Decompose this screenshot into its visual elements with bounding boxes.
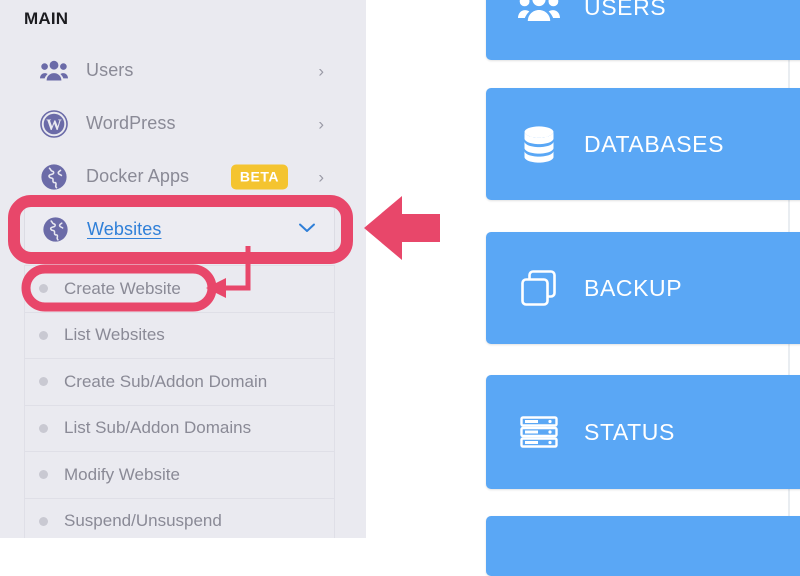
card-label: DATABASES — [584, 130, 725, 157]
sidebar: MAIN Users › W WordPress › Docker Apps B… — [0, 0, 366, 538]
sidebar-subitem-label: Create Sub/Addon Domain — [64, 371, 268, 391]
sidebar-subitem-list-websites[interactable]: List Websites — [25, 313, 334, 359]
dashboard-card-column: USERS DATABASES BACKUP STATUS — [486, 0, 800, 576]
sidebar-subitem-label: List Sub/Addon Domains — [64, 418, 252, 438]
sidebar-item-websites[interactable]: Websites — [24, 206, 335, 253]
sidebar-subitem-label: List Websites — [64, 325, 165, 345]
dot-icon — [39, 377, 48, 387]
card-status[interactable]: STATUS — [486, 375, 800, 489]
beta-badge: BETA — [230, 164, 288, 189]
chevron-right-icon: › — [318, 61, 324, 80]
card-label: USERS — [584, 0, 667, 20]
card-databases[interactable]: DATABASES — [486, 88, 800, 200]
dot-icon — [39, 516, 48, 526]
dot-icon — [39, 470, 48, 480]
dot-icon — [39, 423, 48, 433]
sidebar-subitem-label: Create Website — [64, 278, 181, 298]
sidebar-subitem-modify-website[interactable]: Modify Website — [25, 452, 334, 499]
wordpress-icon: W — [40, 109, 68, 138]
sidebar-nav-list: Users › W WordPress › Docker Apps BETA › — [0, 44, 366, 203]
chevron-down-icon[interactable] — [298, 221, 316, 239]
globe-icon — [41, 216, 69, 244]
sidebar-item-label: WordPress — [86, 113, 176, 133]
card-partial[interactable] — [486, 516, 800, 576]
sidebar-subitem-suspend-unsuspend[interactable]: Suspend/Unsuspend — [25, 499, 334, 539]
sidebar-item-label: Users — [86, 60, 134, 80]
svg-text:W: W — [46, 117, 62, 134]
sidebar-subitem-label: Suspend/Unsuspend — [64, 511, 222, 531]
sidebar-item-docker-apps[interactable]: Docker Apps BETA › — [0, 150, 366, 203]
sidebar-sub-list: Create Website List Websites Create Sub/… — [24, 265, 335, 538]
server-rack-icon — [518, 416, 560, 448]
users-group-icon — [40, 57, 68, 85]
copy-documents-icon — [518, 269, 560, 307]
users-group-icon — [518, 0, 560, 24]
sidebar-subitem-create-sub-addon-domain[interactable]: Create Sub/Addon Domain — [25, 359, 334, 406]
sidebar-subitem-list-sub-addon-domains[interactable]: List Sub/Addon Domains — [25, 406, 334, 452]
chevron-right-icon: › — [318, 114, 324, 133]
sidebar-item-wordpress[interactable]: W WordPress › — [0, 97, 366, 150]
dot-icon — [39, 330, 48, 340]
sidebar-item-label: Docker Apps — [86, 166, 190, 186]
card-users[interactable]: USERS — [486, 0, 800, 60]
sidebar-item-label: Websites — [87, 219, 162, 239]
database-icon — [518, 125, 560, 163]
sidebar-subitem-label: Modify Website — [64, 464, 180, 484]
sidebar-subitem-create-website[interactable]: Create Website — [25, 266, 334, 313]
sidebar-item-users[interactable]: Users › — [0, 44, 366, 97]
sidebar-section-title: MAIN — [24, 9, 69, 28]
chevron-right-icon: › — [318, 167, 324, 186]
card-label: STATUS — [584, 418, 675, 445]
card-label: BACKUP — [584, 274, 683, 301]
globe-icon — [40, 163, 68, 191]
card-backup[interactable]: BACKUP — [486, 232, 800, 344]
dot-icon — [39, 284, 48, 294]
